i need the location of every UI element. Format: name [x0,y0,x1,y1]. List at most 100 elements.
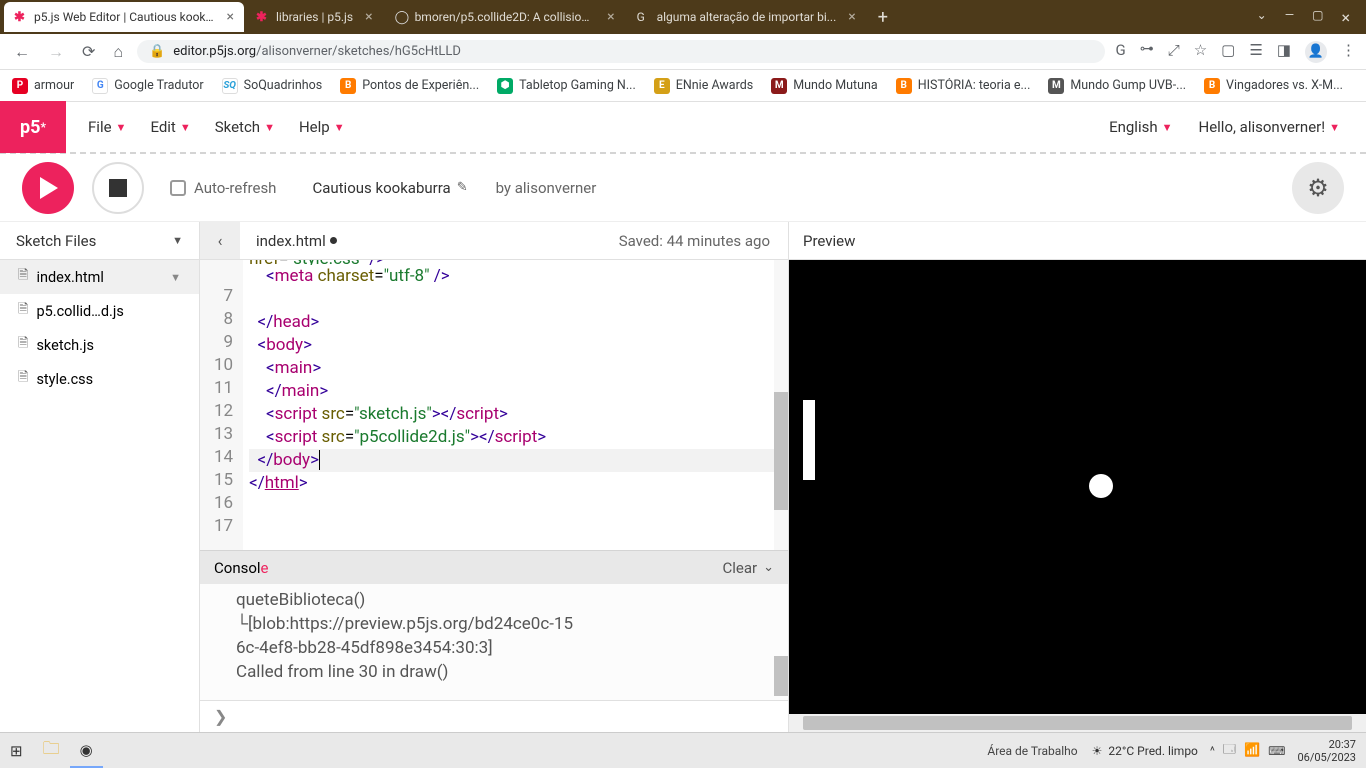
battery-icon[interactable]: 🗔 [1223,740,1236,761]
tab-title: libraries | p5.js [276,10,353,24]
clock[interactable]: 20:37 06/05/2023 [1297,738,1356,764]
key-icon[interactable]: ⊶ [1140,41,1154,63]
unsaved-dot-icon [330,237,337,244]
keyboard-icon[interactable]: ⌨ [1268,744,1285,758]
code-lines: href="style.css" /> <meta charset="utf-8… [243,260,788,550]
close-window-icon[interactable]: × [1341,8,1350,27]
paddle-sprite [803,400,815,480]
taskbar-chrome[interactable]: ◉ [70,733,103,768]
bookmark-item[interactable]: BPontos de Experiên... [340,78,479,94]
editor-scrollbar[interactable] [774,260,788,550]
menu-file[interactable]: File▼ [88,118,126,136]
start-button[interactable]: ⊞ [0,733,33,768]
close-icon[interactable]: × [607,9,614,25]
preview-horizontal-scrollbar[interactable] [789,714,1366,732]
desktop-label[interactable]: Área de Trabalho [987,744,1079,758]
google-lens-icon[interactable]: G [1115,41,1125,63]
chevron-down-icon: ▼ [180,121,191,134]
browser-tab-3[interactable]: G alguma alteração de importar bi... × [627,2,866,32]
ball-sprite [1089,474,1113,498]
preview-column: Preview [789,222,1366,732]
chevron-down-icon: ▼ [116,121,127,134]
minimize-icon[interactable]: — [1285,8,1294,27]
play-button[interactable] [22,162,74,214]
console-clear-button[interactable]: Clear ⌄ [722,559,774,577]
bookmark-item[interactable]: GGoogle Tradutor [92,78,203,94]
maximize-icon[interactable]: ▢ [1312,8,1323,27]
chevron-down-icon: ⌄ [763,560,774,575]
weather-widget[interactable]: ☀22°C Pred. limpo [1092,744,1198,758]
file-item-index[interactable]: 🗎 index.html ▼ [0,260,199,294]
bookmark-item[interactable]: SQSoQuadrinhos [222,78,323,94]
bookmark-item[interactable]: BHISTÓRIA: teoria e... [896,78,1031,94]
autorefresh-label: Auto-refresh [194,179,276,197]
settings-button[interactable]: ⚙ [1292,162,1344,214]
bookmark-item[interactable]: BVingadores vs. X-M... [1204,78,1343,94]
language-selector[interactable]: English▼ [1109,118,1172,136]
kebab-menu-icon[interactable]: ⋮ [1341,41,1356,63]
file-icon: 🗎 [18,266,28,288]
preview-header: Preview [789,222,1366,260]
file-sidebar: Sketch Files ▼ 🗎 index.html ▼ 🗎p5.collid… [0,222,200,732]
url-input[interactable]: 🔒 editor.p5js.org/alisonverner/sketches/… [137,40,1105,63]
close-icon[interactable]: × [365,9,372,25]
url-path: /alisonverner/sketches/hG5cHtLLD [256,44,461,59]
bookmark-item[interactable]: MMundo Gump UVB-... [1048,78,1186,94]
sidepanel-icon[interactable]: ◨ [1277,41,1291,63]
chevron-down-icon: ▼ [1329,121,1340,134]
browser-tab-strip: ✱ p5.js Web Editor | Cautious kook... × … [0,0,1366,34]
menu-sketch[interactable]: Sketch▼ [215,118,275,136]
menu-edit[interactable]: Edit▼ [150,118,190,136]
chevron-down-icon[interactable]: ▼ [170,271,181,284]
console-input[interactable]: ❯ [200,700,788,732]
collapse-sidebar-button[interactable]: ‹ [200,222,240,259]
pencil-icon[interactable]: ✎ [457,180,468,195]
account-menu[interactable]: Hello, alisonverner!▼ [1199,118,1341,136]
bookmark-item[interactable]: ⬢Tabletop Gaming N... [497,78,636,94]
system-tray: ^ 🗔 📶 ⌨ [1210,740,1286,761]
console-title: Console [214,559,269,577]
stop-button[interactable] [92,162,144,214]
menu-help[interactable]: Help▼ [299,118,345,136]
wifi-icon[interactable]: 📶 [1244,743,1260,758]
close-icon[interactable]: × [227,9,234,25]
preview-canvas[interactable] [789,260,1366,714]
cast-icon[interactable]: ▢ [1221,41,1235,63]
new-tab-button[interactable]: + [868,7,898,28]
browser-tab-2[interactable]: ◯ bmoren/p5.collide2D: A collision... × [385,2,625,32]
console-scrollbar[interactable] [774,584,788,700]
taskbar-explorer[interactable]: 🗀 [33,733,70,768]
bookmark-item[interactable]: Parmour [12,78,74,94]
file-item[interactable]: 🗎p5.collid…d.js [0,294,199,328]
reading-list-icon[interactable]: ☰ [1249,41,1262,63]
bookmark-item[interactable]: MMundo Mutuna [771,78,877,94]
reload-button[interactable]: ⟳ [78,38,99,65]
extension-icon[interactable]: ⤢ [1168,41,1180,63]
star-icon[interactable]: ☆ [1194,41,1207,63]
file-item[interactable]: 🗎style.css [0,362,199,396]
app-header: p5* File▼ Edit▼ Sketch▼ Help▼ English▼ H… [0,102,1366,154]
p5-logo[interactable]: p5* [0,101,66,153]
stop-icon [109,179,127,197]
console-output[interactable]: queteBiblioteca() └[blob:https://preview… [200,584,788,700]
chevron-down-icon[interactable]: ⌄ [1257,8,1267,27]
back-button[interactable]: ← [10,38,34,66]
home-button[interactable]: ⌂ [109,38,127,66]
forward-button[interactable]: → [44,38,68,66]
file-item[interactable]: 🗎sketch.js [0,328,199,362]
autorefresh-checkbox[interactable] [170,180,186,196]
p5-favicon-icon: ✱ [256,10,270,24]
profile-avatar[interactable]: 👤 [1305,41,1327,63]
code-editor[interactable]: 7 8 9 10 11 12 13 14 15 16 17 href="styl… [200,260,788,550]
close-icon[interactable]: × [848,9,855,25]
address-bar: ← → ⟳ ⌂ 🔒 editor.p5js.org/alisonverner/s… [0,34,1366,70]
line-gutter: 7 8 9 10 11 12 13 14 15 16 17 [200,260,243,550]
browser-tab-0[interactable]: ✱ p5.js Web Editor | Cautious kook... × [4,2,244,32]
sidebar-header[interactable]: Sketch Files ▼ [0,222,199,260]
chevron-up-icon[interactable]: ^ [1210,744,1215,758]
browser-tab-1[interactable]: ✱ libraries | p5.js × [246,2,383,32]
bookmark-item[interactable]: EENnie Awards [654,78,753,94]
google-favicon-icon: G [637,10,651,24]
active-file-tab[interactable]: index.html [240,232,353,250]
chevron-down-icon: ▼ [172,234,183,247]
